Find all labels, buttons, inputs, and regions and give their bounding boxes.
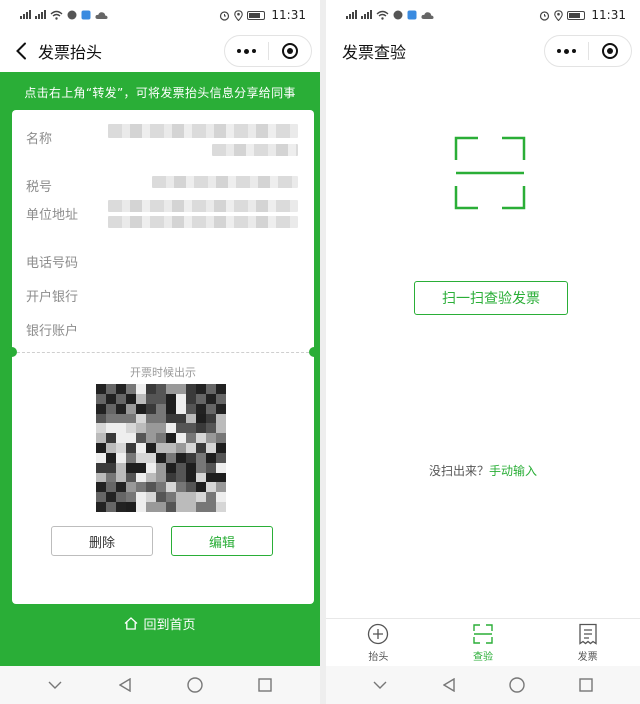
tab-verify[interactable]: 查验: [431, 619, 536, 666]
tab-label: 查验: [473, 651, 493, 663]
field-label-bank: 开户银行: [26, 290, 79, 305]
system-nav-bar: [326, 666, 640, 704]
location-icon: [234, 9, 244, 21]
nav-back-button[interactable]: [115, 675, 135, 695]
more-dots-icon: [236, 49, 241, 53]
invoice-title-screen: 11:31 发票抬头 点击右上角“转发”，可将发票抬头信息分享给同事 名称 税号…: [0, 0, 320, 704]
square-recents-icon: [258, 678, 272, 692]
more-button[interactable]: [225, 36, 268, 66]
tab-invoice-title[interactable]: 抬头: [326, 619, 431, 666]
back-home-link[interactable]: 回到首页: [0, 614, 320, 633]
nav-bar: 发票抬头: [0, 30, 320, 72]
invoice-qr-code: [96, 384, 226, 512]
nav-recents-button[interactable]: [576, 675, 596, 695]
scan-icon: [473, 623, 493, 644]
target-close-icon: [601, 43, 618, 59]
back-button[interactable]: [10, 40, 32, 62]
nav-recents-button[interactable]: [255, 675, 275, 695]
square-recents-icon: [579, 678, 593, 692]
triangle-back-icon: [442, 678, 455, 692]
page-title: 发票查验: [342, 43, 407, 62]
signal-icon: [35, 9, 46, 22]
mini-program-capsule: [544, 35, 632, 67]
card-notch: [7, 347, 17, 357]
nav-hide-button[interactable]: [45, 675, 65, 695]
target-close-icon: [281, 43, 298, 59]
cloud-icon: [421, 11, 434, 19]
scan-frame-icon: [454, 136, 526, 210]
redacted-value: [152, 176, 298, 188]
circle-home-icon: [509, 677, 525, 693]
close-mini-program-button[interactable]: [589, 36, 632, 66]
triangle-back-icon: [119, 678, 131, 692]
more-button[interactable]: [545, 36, 588, 66]
system-nav-bar: [0, 666, 320, 704]
chevron-down-icon: [48, 681, 62, 689]
scan-verify-button[interactable]: 扫一扫查验发票: [414, 281, 568, 315]
tab-label: 发票: [577, 651, 598, 663]
chevron-down-icon: [373, 681, 387, 689]
status-bar: 11:31: [326, 0, 640, 30]
field-label-phone: 电话号码: [26, 256, 79, 271]
manual-input-link[interactable]: 手动输入: [489, 464, 537, 478]
status-time: 11:31: [591, 8, 626, 22]
cloud-icon: [95, 11, 108, 19]
page-title: 发票抬头: [38, 43, 103, 62]
nav-back-button[interactable]: [439, 675, 459, 695]
edit-button[interactable]: 编辑: [171, 526, 273, 556]
mini-program-capsule: [224, 35, 312, 67]
chevron-left-icon: [16, 42, 26, 60]
status-time: 11:31: [271, 8, 306, 22]
nav-home-button[interactable]: [185, 675, 205, 695]
back-home-label: 回到首页: [143, 618, 196, 633]
field-label-name: 名称: [26, 132, 53, 147]
redacted-value: [108, 200, 298, 212]
tab-bar: 抬头 查验 发票: [326, 618, 640, 666]
nav-hide-button[interactable]: [370, 675, 390, 695]
alarm-icon: [220, 10, 230, 21]
location-icon: [554, 9, 564, 21]
field-label-address: 单位地址: [26, 208, 79, 223]
field-label-account: 银行账户: [26, 324, 79, 339]
redacted-value: [108, 124, 298, 138]
battery-icon: [567, 10, 586, 20]
signal-icon: [361, 9, 372, 22]
field-label-tax-id: 税号: [26, 180, 53, 195]
wifi-icon: [50, 10, 63, 20]
home-icon: [125, 617, 138, 630]
tab-invoices[interactable]: 发票: [535, 619, 640, 666]
manual-input-row: 没扫出来？手动输入: [326, 462, 640, 479]
share-hint: 点击右上角“转发”，可将发票抬头信息分享给同事: [24, 86, 296, 100]
signal-icon: [346, 9, 357, 22]
nav-home-button[interactable]: [507, 675, 527, 695]
manual-prefix: 没扫出来？: [428, 464, 489, 478]
app-notification-icon: [81, 10, 91, 20]
signal-icon: [20, 9, 31, 22]
wifi-icon: [376, 10, 389, 20]
redacted-value: [108, 216, 298, 228]
delete-button[interactable]: 删除: [51, 526, 153, 556]
invoice-title-card: 名称 税号 单位地址 电话号码 开户银行 银行账户 开票时候出示 删除 编辑: [7, 110, 319, 604]
card-divider: [12, 352, 314, 353]
invoice-verify-screen: 11:31 发票查验 扫一扫查验发票 没扫出来？手动输入 抬头 查验 发票: [326, 0, 640, 704]
card-notch: [309, 347, 319, 357]
app-notification-icon: [67, 10, 77, 20]
circle-home-icon: [187, 677, 203, 693]
receipt-icon: [579, 623, 597, 645]
alarm-icon: [540, 10, 550, 21]
status-bar: 11:31: [0, 0, 320, 30]
qr-caption: 开票时候出示: [130, 366, 196, 379]
redacted-value: [212, 144, 298, 156]
more-dots-icon: [556, 49, 561, 53]
invoice-title-panel: 点击右上角“转发”，可将发票抬头信息分享给同事 名称 税号 单位地址 电话号码 …: [0, 72, 320, 666]
app-notification-icon: [393, 10, 403, 20]
battery-icon: [247, 10, 266, 20]
nav-bar: 发票查验: [326, 30, 640, 72]
tab-label: 抬头: [368, 651, 389, 663]
plus-circle-icon: [368, 623, 389, 644]
close-mini-program-button[interactable]: [269, 36, 312, 66]
app-notification-icon: [407, 10, 417, 20]
